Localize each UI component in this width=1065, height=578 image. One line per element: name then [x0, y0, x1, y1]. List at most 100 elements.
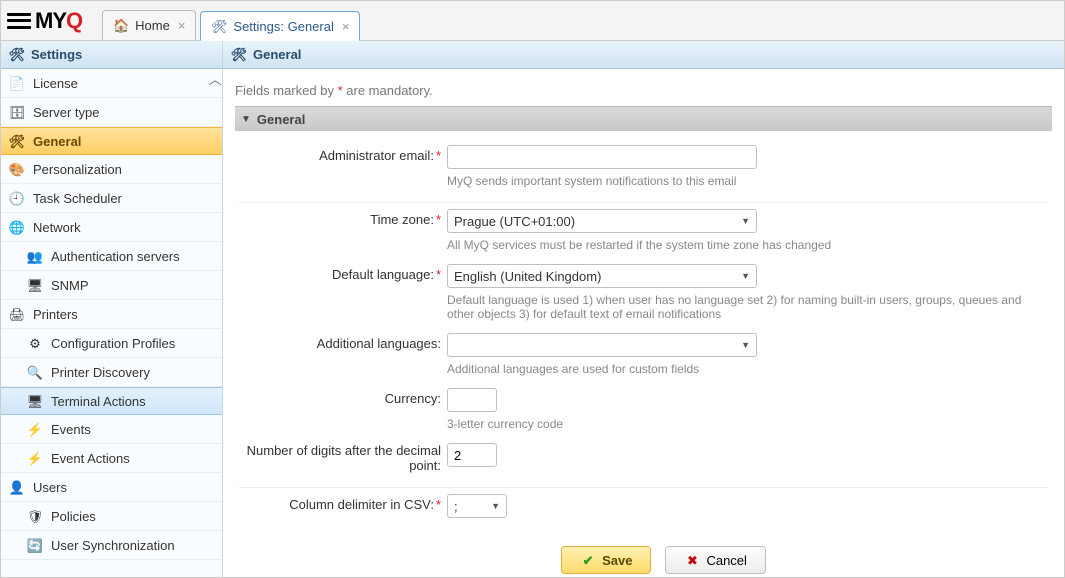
- sidebar-scroll: ︿ 📄License 🗄Server type 🛠General 🎨Person…: [1, 69, 222, 577]
- sidebar-item-license[interactable]: 📄License: [1, 69, 222, 98]
- help-admin-email: MyQ sends important system notifications…: [447, 174, 1048, 188]
- sidebar-item-personalization[interactable]: 🎨Personalization: [1, 155, 222, 184]
- terminal-icon: 🖥: [27, 393, 43, 409]
- mandatory-note: Fields marked by * are mandatory.: [235, 83, 1052, 98]
- sidebar-item-printer-discovery[interactable]: 🔍Printer Discovery: [1, 358, 222, 387]
- section-general: ▼ General Administrator email:* MyQ send…: [235, 106, 1052, 577]
- close-icon[interactable]: ×: [178, 18, 186, 33]
- sidebar-item-user-sync[interactable]: 🔄User Synchronization: [1, 531, 222, 560]
- sidebar-item-network[interactable]: 🌐Network: [1, 213, 222, 242]
- save-button[interactable]: ✔ Save: [561, 546, 651, 574]
- check-icon: ✔: [580, 552, 596, 568]
- sidebar-item-events[interactable]: ⚡Events: [1, 415, 222, 444]
- people-icon: 👥: [27, 248, 43, 264]
- tab-home[interactable]: 🏠 Home ×: [102, 10, 196, 40]
- tab-label: Settings: General: [233, 19, 333, 34]
- cross-icon: ✖: [684, 552, 700, 568]
- help-additional-languages: Additional languages are used for custom…: [447, 362, 1048, 376]
- help-timezone: All MyQ services must be restarted if th…: [447, 238, 1048, 252]
- sidebar-item-policies[interactable]: 🛡Policies: [1, 502, 222, 531]
- tools-icon: 🛠: [9, 133, 25, 149]
- label-timezone: Time zone:*: [239, 209, 447, 227]
- sidebar-item-task-scheduler[interactable]: 🕘Task Scheduler: [1, 184, 222, 213]
- section-header[interactable]: ▼ General: [235, 107, 1052, 131]
- decimals-input[interactable]: [447, 443, 497, 467]
- chevron-down-icon: ▼: [741, 216, 750, 226]
- sidebar: 🛠 Settings ︿ 📄License 🗄Server type 🛠Gene…: [1, 41, 223, 577]
- label-additional-languages: Additional languages:: [239, 333, 447, 351]
- admin-email-input[interactable]: [447, 145, 757, 169]
- logo: MYQ: [35, 8, 82, 34]
- logo-part2: Q: [66, 8, 82, 33]
- row-additional-languages: Additional languages: ▼ Additional langu…: [239, 327, 1048, 382]
- tools-icon: 🛠: [231, 47, 247, 63]
- caret-down-icon: ▼: [241, 114, 251, 125]
- doc-icon: 📄: [9, 75, 25, 91]
- top-bar: MYQ 🏠 Home × 🛠 Settings: General ×: [1, 1, 1064, 41]
- chevron-down-icon: ▼: [741, 340, 750, 350]
- row-decimals: Number of digits after the decimal point…: [239, 437, 1048, 488]
- chevron-down-icon: ▼: [741, 271, 750, 281]
- settings-icon: 🛠: [211, 18, 227, 34]
- sidebar-item-event-actions[interactable]: ⚡Event Actions: [1, 444, 222, 473]
- help-currency: 3-letter currency code: [447, 417, 1048, 431]
- currency-input[interactable]: [447, 388, 497, 412]
- language-select[interactable]: English (United Kingdom) ▼: [447, 264, 757, 288]
- sidebar-item-snmp[interactable]: 🖥SNMP: [1, 271, 222, 300]
- sidebar-header: 🛠 Settings: [1, 41, 222, 69]
- sidebar-item-terminal-actions[interactable]: 🖥Terminal Actions: [1, 387, 222, 415]
- section-title: General: [257, 112, 305, 127]
- server-icon: 🗄: [9, 104, 25, 120]
- additional-languages-select[interactable]: ▼: [447, 333, 757, 357]
- main-area: 🛠 Settings ︿ 📄License 🗄Server type 🛠Gene…: [1, 41, 1064, 577]
- language-value: English (United Kingdom): [454, 269, 601, 284]
- row-currency: Currency: 3-letter currency code: [239, 382, 1048, 437]
- sidebar-items: 📄License 🗄Server type 🛠General 🎨Personal…: [1, 69, 222, 577]
- app-window: MYQ 🏠 Home × 🛠 Settings: General × 🛠 Set…: [0, 0, 1065, 578]
- globe-icon: 🌐: [9, 219, 25, 235]
- csv-delimiter-value: ;: [454, 499, 458, 514]
- label-csv-delimiter: Column delimiter in CSV:*: [239, 494, 447, 512]
- sidebar-item-general[interactable]: 🛠General: [1, 127, 222, 155]
- row-timezone: Time zone:* Prague (UTC+01:00) ▼ All MyQ…: [239, 203, 1048, 258]
- content-title: General: [253, 47, 301, 62]
- chevron-down-icon: ▼: [491, 501, 500, 511]
- row-language: Default language:* English (United Kingd…: [239, 258, 1048, 327]
- home-icon: 🏠: [113, 18, 129, 34]
- close-icon[interactable]: ×: [342, 19, 350, 34]
- tab-label: Home: [135, 18, 170, 33]
- tab-settings-general[interactable]: 🛠 Settings: General ×: [200, 11, 360, 41]
- csv-delimiter-select[interactable]: ; ▼: [447, 494, 507, 518]
- help-language: Default language is used 1) when user ha…: [447, 293, 1027, 321]
- content: 🛠 General Fields marked by * are mandato…: [223, 41, 1064, 577]
- timezone-value: Prague (UTC+01:00): [454, 214, 575, 229]
- label-admin-email: Administrator email:*: [239, 145, 447, 163]
- printer-icon: 🖨: [9, 306, 25, 322]
- content-header: 🛠 General: [223, 41, 1064, 69]
- label-currency: Currency:: [239, 388, 447, 406]
- label-decimals: Number of digits after the decimal point…: [239, 443, 447, 473]
- sidebar-item-printers[interactable]: 🖨Printers: [1, 300, 222, 329]
- palette-icon: 🎨: [9, 161, 25, 177]
- cancel-button[interactable]: ✖ Cancel: [665, 546, 765, 574]
- monitor-icon: 🖥: [27, 277, 43, 293]
- sidebar-item-config-profiles[interactable]: ⚙Configuration Profiles: [1, 329, 222, 358]
- sync-icon: 🔄: [27, 537, 43, 553]
- tab-strip: 🏠 Home × 🛠 Settings: General ×: [102, 1, 360, 40]
- gear-icon: ⚙: [27, 335, 43, 351]
- sidebar-item-server-type[interactable]: 🗄Server type: [1, 98, 222, 127]
- timezone-select[interactable]: Prague (UTC+01:00) ▼: [447, 209, 757, 233]
- sidebar-item-users[interactable]: 👤Users: [1, 473, 222, 502]
- button-bar: ✔ Save ✖ Cancel: [279, 532, 1048, 577]
- clock-icon: 🕘: [9, 190, 25, 206]
- shield-icon: 🛡: [27, 508, 43, 524]
- sidebar-item-auth-servers[interactable]: 👥Authentication servers: [1, 242, 222, 271]
- menu-button[interactable]: [7, 11, 31, 31]
- tools-icon: 🛠: [9, 47, 25, 63]
- row-admin-email: Administrator email:* MyQ sends importan…: [239, 139, 1048, 203]
- bolt-icon: ⚡: [27, 450, 43, 466]
- cancel-label: Cancel: [706, 553, 746, 568]
- row-csv-delimiter: Column delimiter in CSV:* ; ▼: [239, 488, 1048, 532]
- label-language: Default language:*: [239, 264, 447, 282]
- logo-part1: MY: [35, 8, 66, 33]
